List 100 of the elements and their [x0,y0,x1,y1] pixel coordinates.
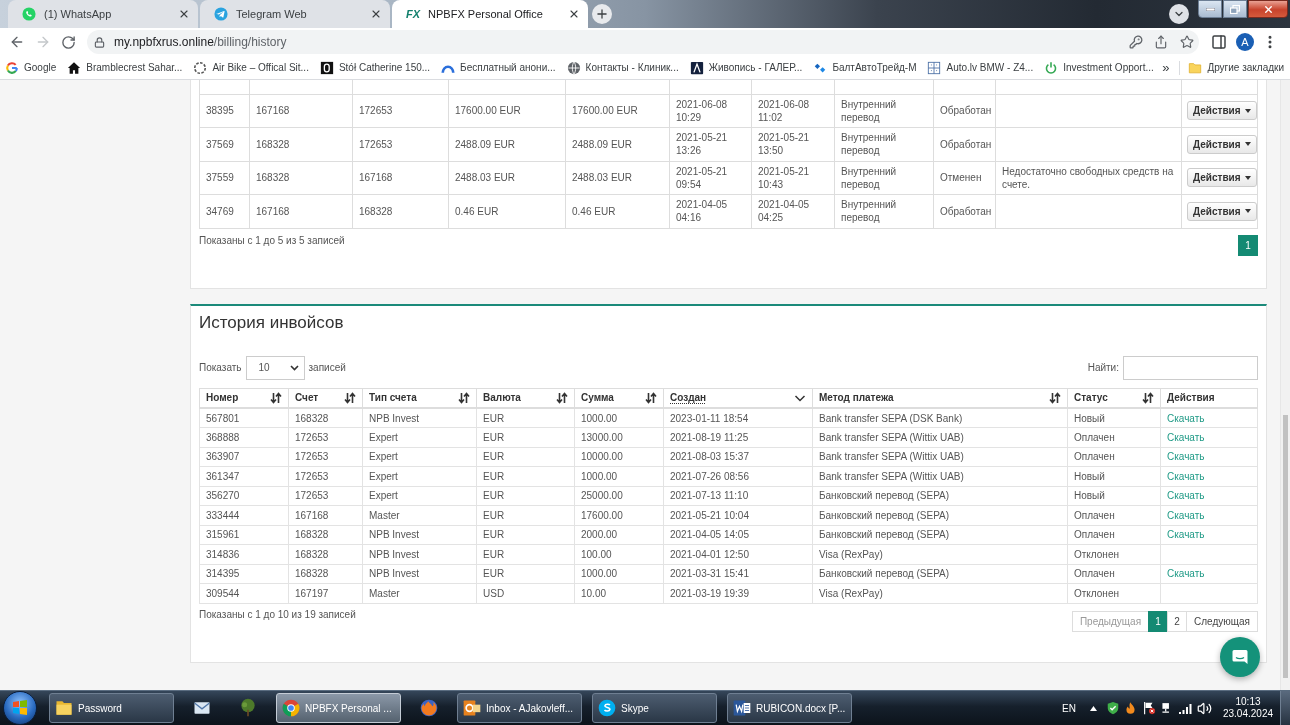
column-header[interactable]: Номер [199,388,289,408]
table-cell: 567801 [199,408,289,428]
start-button[interactable] [3,691,37,725]
taskbar-button[interactable]: Inbox - AJakovleff... [457,693,582,723]
column-header[interactable]: Валюта [476,388,575,408]
pagination-button[interactable]: Следующая [1186,610,1258,632]
close-icon[interactable] [370,8,382,20]
taskbar-button[interactable]: Skype [592,693,717,723]
caret-icon [1244,142,1251,147]
actions-button[interactable]: Действия [1187,134,1257,154]
table-cell: Обработан [933,194,996,228]
flag-icon[interactable] [1142,701,1156,715]
table-cell: 314395 [199,564,289,584]
column-header[interactable]: Сумма [574,388,664,408]
share-icon[interactable] [1154,35,1168,49]
key-icon[interactable] [1129,35,1143,49]
table-cell: 17600.00 EUR [448,94,566,128]
house-icon [67,60,82,75]
pagination-button[interactable]: 2 [1167,610,1188,632]
table-cell: 172653 [288,466,363,486]
close-icon [1262,3,1274,15]
table-cell: 333444 [199,505,289,525]
table-cell: 168328 [288,525,363,545]
table-cell: 17600.00 [574,505,664,525]
column-header[interactable]: Создан [663,388,813,408]
table-cell: 2021-04-05 04:25 [751,194,835,228]
bookmark-item[interactable]: Auto.lv BMW - Z4... [927,60,1034,75]
table-cell: Оплачен [1067,564,1161,584]
reload-icon[interactable] [61,34,76,50]
actions-button[interactable]: Действия [1187,201,1257,221]
folder-icon [54,698,74,718]
table-cell: EUR [476,544,575,564]
table-cell: Банковский перевод (SEPA) [812,505,1068,525]
actions-button[interactable]: Действия [1187,101,1257,121]
table-cell: Обработан [933,127,996,161]
table-cell: Внутренний перевод [834,194,934,228]
table-cell: Отменен [933,161,996,195]
peak-logo-icon [689,60,704,75]
signal-icon[interactable] [1178,702,1192,714]
table-cell: 2021-03-31 15:41 [663,564,813,584]
close-icon[interactable] [178,8,190,20]
table-cell: 315961 [199,525,289,545]
more-bookmarks-button[interactable]: » [1162,57,1170,78]
caret-up-icon[interactable] [1090,705,1097,711]
shield-check-icon[interactable] [1106,701,1120,715]
star-icon[interactable] [1180,35,1194,49]
close-button[interactable] [1248,0,1288,18]
address-bar[interactable]: my.npbfxrus.online/billing/history [87,30,1199,54]
column-header[interactable]: Тип счета [362,388,477,408]
clock[interactable]: 10:13 23.04.2024 [1222,696,1274,720]
speaker-icon[interactable] [1197,700,1212,716]
bookmark-item[interactable]: Bramblecrest Sahar... [67,60,183,75]
table-cell: Обработан [933,94,996,128]
column-header[interactable]: Метод платежа [812,388,1068,408]
bookmark-item[interactable]: Air Bike – Offical Sit... [193,60,309,75]
browser-tab[interactable]: Telegram Web [200,0,390,28]
bookmark-item[interactable]: Бесплатный анони... [441,60,556,75]
minimize-button[interactable] [1198,0,1222,18]
close-icon[interactable] [568,8,580,20]
table-cell: Expert [362,486,477,506]
table-cell: 2488.03 EUR [448,161,566,195]
table-cell: USD [476,583,575,603]
bookmark-item[interactable]: Investment Opport... [1044,60,1154,75]
bookmark-item[interactable]: Stół Catherine 150... [319,60,431,75]
bookmark-item[interactable]: Google [5,60,57,75]
column-header[interactable]: Статус [1067,388,1161,408]
browser-tab[interactable]: (1) WhatsApp [8,0,198,28]
language-indicator[interactable]: EN [1062,700,1076,716]
folder-icon [1188,60,1203,75]
table-cell: 13000.00 [574,427,664,447]
sort-icon [458,391,470,404]
show-desktop-button[interactable] [1280,690,1290,725]
taskbar-button[interactable]: NPBFX Personal ... [276,693,401,723]
search-field[interactable] [1123,355,1258,380]
scrollbar-thumb[interactable] [1283,415,1288,678]
table-cell: 38395 [199,94,250,128]
chat-button[interactable] [1220,637,1260,677]
new-tab-button[interactable] [592,4,612,24]
side-panel-icon[interactable] [1211,34,1227,50]
table-cell: 168328 [249,127,353,161]
column-header[interactable]: Счет [288,388,363,408]
maximize-button[interactable] [1223,0,1247,18]
taskbar-button[interactable]: RUBICON.docx [P... [727,693,852,723]
bookmark-item[interactable]: Живопись - ГАЛЕР... [689,60,803,75]
bookmark-item[interactable]: БалтАвтоТрейд-М [813,60,917,75]
profile-avatar[interactable]: A [1236,33,1254,51]
taskbar-button[interactable]: Password [49,693,174,723]
browser-tab[interactable]: FX NPBFX Personal Office [392,0,588,28]
pagination-button[interactable]: 1 [1148,610,1169,632]
pagination-button[interactable]: 1 [1238,234,1258,256]
back-icon[interactable] [9,34,25,50]
page-size-select[interactable]: 10 [245,355,305,380]
bookmark-item[interactable]: Контакты - Клиник... [566,60,679,75]
tab-search-button[interactable] [1169,4,1189,24]
actions-button[interactable]: Действия [1187,168,1257,188]
table-cell: Expert [362,466,477,486]
bookmark-folder[interactable]: Другие закладки [1188,60,1284,75]
flame-icon[interactable] [1124,701,1137,715]
sort-icon [556,391,568,404]
table-cell: NPB Invest [362,525,477,545]
